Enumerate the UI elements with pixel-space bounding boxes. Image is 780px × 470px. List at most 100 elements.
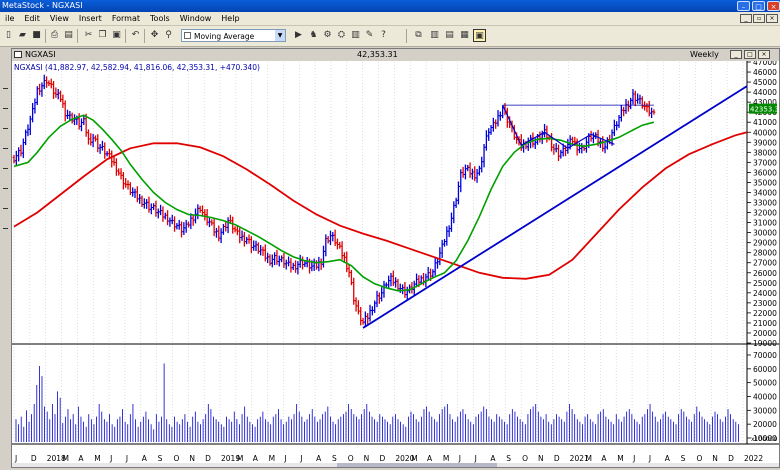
time-tick-label: N	[712, 454, 718, 463]
time-tick-label: J	[125, 454, 128, 463]
time-tick-label: A	[665, 454, 671, 463]
new-icon[interactable]: ▯	[2, 29, 15, 42]
indicator-select-value: Moving Average	[194, 32, 255, 41]
price-tick-label: 19000	[753, 339, 777, 348]
tool-tick[interactable]	[3, 228, 8, 229]
time-tick-label: N	[538, 454, 544, 463]
chart-minimize-button[interactable]: _	[730, 50, 742, 59]
time-tick-label: A	[601, 454, 607, 463]
chart-maximize-button[interactable]: □	[744, 50, 756, 59]
mdi-minimize-button[interactable]: _	[740, 14, 752, 23]
price-tick-label: 23000	[753, 299, 777, 308]
time-tick-label: M	[443, 454, 449, 463]
tool-tick[interactable]	[3, 188, 8, 189]
time-tick-label: M	[617, 454, 623, 463]
time-tick-label: J	[299, 454, 302, 463]
tool-tick[interactable]	[3, 168, 8, 169]
copy-icon[interactable]: ❐	[96, 29, 109, 42]
arrange-icon[interactable]: ▦	[458, 29, 471, 42]
tool-tick[interactable]	[3, 88, 8, 89]
tool-tick[interactable]	[3, 128, 8, 129]
price-tick-label: 35000	[753, 178, 777, 187]
time-tick-label: J	[283, 454, 286, 463]
menu-view[interactable]: View	[45, 12, 74, 25]
time-tick-label: M	[63, 454, 69, 463]
price-tick-label: 47000	[753, 61, 777, 67]
time-tick-label: D	[205, 454, 211, 463]
price-tick-label: 26000	[753, 269, 777, 278]
price-chart[interactable]: NGXASI (41,882.97, 42,582.94, 41,816.06,…	[12, 61, 779, 467]
toolbar-separator	[45, 29, 46, 43]
price-tick-label: 34000	[753, 188, 777, 197]
move-icon[interactable]: ✥	[148, 29, 161, 42]
menu-insert[interactable]: Insert	[74, 12, 107, 25]
mdi-restore-button[interactable]: ▫	[753, 14, 765, 23]
time-tick-label: A	[316, 454, 322, 463]
price-tick-label: 41000	[753, 118, 777, 127]
price-tick-label: 29000	[753, 239, 777, 248]
time-tick-label: D	[380, 454, 386, 463]
expert-advisor-icon[interactable]: ♞	[307, 29, 320, 42]
chart-close-button[interactable]: ×	[758, 50, 770, 59]
toolbar-separator	[125, 29, 126, 43]
left-toolstrip	[0, 48, 11, 468]
indicator-select[interactable]: Moving Average ▼	[181, 29, 286, 42]
tool-tick[interactable]	[3, 208, 8, 209]
price-tick-label: 25000	[753, 279, 777, 288]
menu-bar: ile Edit View Insert Format Tools Window Help _…	[0, 12, 780, 26]
print-icon[interactable]: ⎙	[48, 29, 61, 42]
undo-icon[interactable]: ↶	[129, 29, 142, 42]
save-icon[interactable]: ■	[30, 29, 43, 42]
menu-format[interactable]: Format	[107, 12, 145, 25]
chevron-down-icon[interactable]: ▼	[275, 30, 285, 41]
time-tick-label: M	[411, 454, 417, 463]
time-tick-label: M	[94, 454, 100, 463]
open-icon[interactable]: ▰	[16, 29, 29, 42]
price-tick-label: 36000	[753, 168, 777, 177]
time-tick-label: D	[554, 454, 560, 463]
menu-tools[interactable]: Tools	[145, 12, 175, 25]
price-tick-label: 46000	[753, 68, 777, 77]
tool-tick[interactable]	[3, 148, 8, 149]
time-tick-label: O	[348, 454, 354, 463]
time-tick-label: D	[728, 454, 734, 463]
maximize-button[interactable]: □	[752, 1, 765, 11]
explorer-icon[interactable]: ⛭	[335, 29, 348, 42]
cascade-icon[interactable]: ⧉	[412, 29, 425, 42]
tile-vertical-icon[interactable]: ▥	[428, 29, 441, 42]
help-icon[interactable]: ?	[377, 29, 390, 42]
menu-window[interactable]: Window	[175, 12, 217, 25]
plot-indicator-icon[interactable]: ▶	[292, 29, 305, 42]
menu-edit[interactable]: Edit	[19, 12, 45, 25]
time-tick-label: J	[632, 454, 635, 463]
time-tick-label: D	[31, 454, 37, 463]
time-tick-label: O	[696, 454, 702, 463]
tile-horizontal-icon[interactable]: ▤	[443, 29, 456, 42]
cut-icon[interactable]: ✂	[82, 29, 95, 42]
tool-tick[interactable]	[3, 108, 8, 109]
time-tick-label: J	[109, 454, 112, 463]
close-button[interactable]: ×	[767, 1, 780, 11]
time-tick-label: M	[586, 454, 592, 463]
price-tick-label: 33000	[753, 199, 777, 208]
price-tick-label: 24000	[753, 289, 777, 298]
price-tick-label: 32000	[753, 209, 777, 218]
ohlc-label: NGXASI (41,882.97, 42,582.94, 41,816.06,…	[14, 63, 260, 72]
time-tick-label: A	[142, 454, 148, 463]
menu-help[interactable]: Help	[216, 12, 244, 25]
time-tick-label: S	[158, 454, 163, 463]
zoom-icon[interactable]: ⚲	[162, 29, 175, 42]
print-preview-icon[interactable]: ▤	[62, 29, 75, 42]
time-tick-label: O	[173, 454, 179, 463]
time-tick-label: A	[78, 454, 84, 463]
mdi-close-button[interactable]: ×	[766, 14, 778, 23]
system-tester-icon[interactable]: ⚙	[321, 29, 334, 42]
notes-icon[interactable]: ✎	[363, 29, 376, 42]
chart-period: Weekly	[690, 50, 719, 59]
price-tick-label: 40000	[753, 128, 777, 137]
menu-file[interactable]: ile	[0, 12, 19, 25]
paste-icon[interactable]: ▣	[110, 29, 123, 42]
minimize-button[interactable]: –	[737, 1, 750, 11]
full-screen-icon[interactable]: ▣	[473, 29, 486, 42]
indicator-builder-icon[interactable]: ▥	[349, 29, 362, 42]
